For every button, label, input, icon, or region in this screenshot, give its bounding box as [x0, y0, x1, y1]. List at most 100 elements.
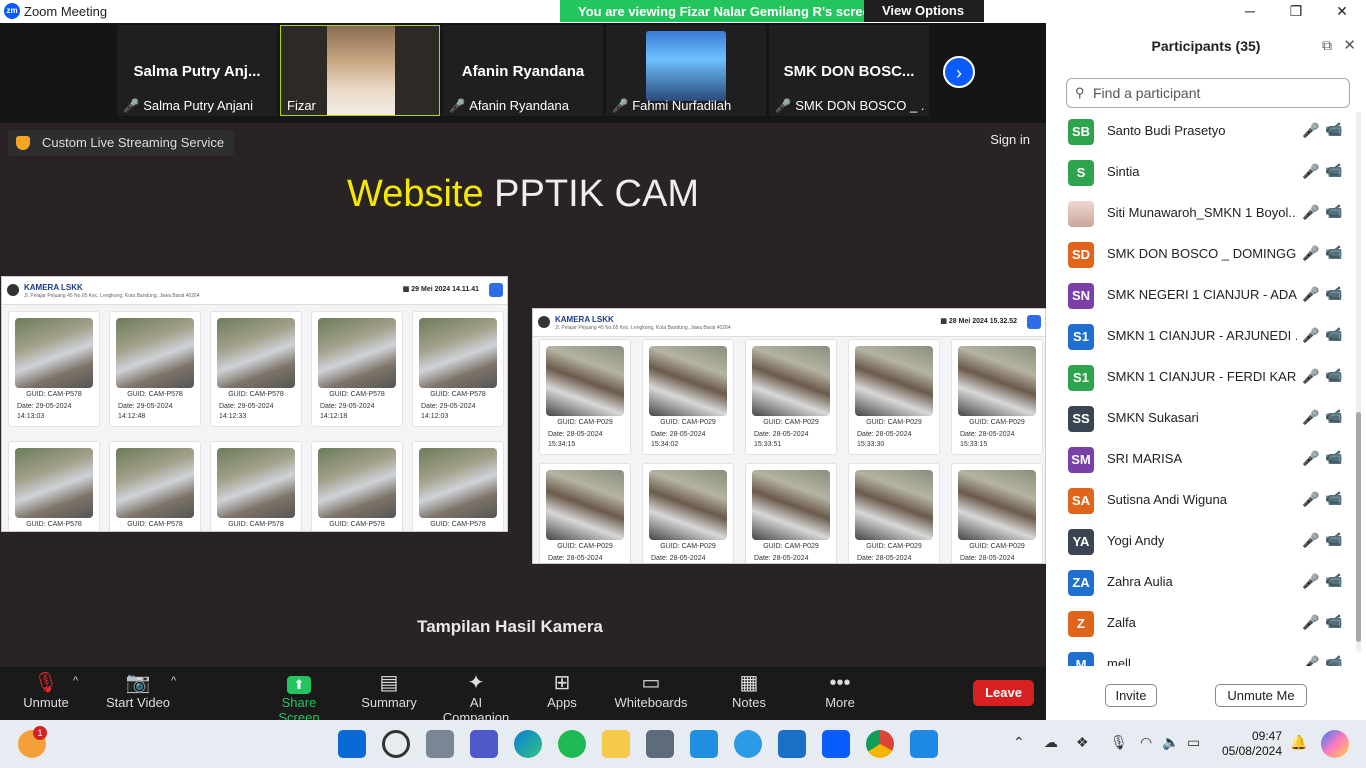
video-tile[interactable]: SMK DON BOSC... 🎤 SMK DON BOSCO _ ...: [769, 25, 929, 116]
camera-capture-card[interactable]: GUID: CAM-P029 Date: 28-05-2024: [848, 463, 940, 563]
video-tile[interactable]: 🎤 Fahmi Nurfadilah: [606, 25, 766, 116]
apps-icon: ⊞: [553, 672, 571, 694]
close-icon[interactable]: ✕: [1343, 36, 1356, 54]
camera-capture-card[interactable]: GUID: CAM-P029 Date: 28-05-2024 15:33:15: [951, 339, 1043, 455]
chevron-up-icon[interactable]: ⌃: [1013, 734, 1025, 751]
camera-capture-card[interactable]: GUID: CAM-P029 Date: 28-05-2024: [951, 463, 1043, 563]
camera-capture-card[interactable]: GUID: CAM-P578 Date: 29-05-2024 14:13:03: [8, 311, 100, 427]
microphone-icon[interactable]: 🎙: [1110, 734, 1128, 751]
camera-capture-card[interactable]: GUID: CAM-P029 Date: 28-05-2024 15:34:15: [539, 339, 631, 455]
camera-capture-card[interactable]: GUID: CAM-P029 Date: 28-05-2024: [539, 463, 631, 563]
participant-row[interactable]: YA Yogi Andy 🎤 📹: [1046, 521, 1354, 562]
participant-row[interactable]: SB Santo Budi Prasetyo 🎤 📹: [1046, 113, 1354, 152]
camera-capture-card[interactable]: GUID: CAM-P578Date: 29-05-2024: [8, 441, 100, 531]
summary-button[interactable]: ▤ Summary: [360, 671, 418, 710]
edge-icon[interactable]: [514, 730, 542, 758]
notes-button[interactable]: ▦ Notes: [728, 671, 770, 710]
spotify-icon[interactable]: [558, 730, 586, 758]
calculator-icon[interactable]: [646, 730, 674, 758]
more-button[interactable]: ••• More: [820, 671, 860, 710]
camera-capture-card[interactable]: GUID: CAM-P029 Date: 28-05-2024 15:33:51: [745, 339, 837, 455]
participant-row[interactable]: Z Zalfa 🎤 📹: [1046, 603, 1354, 644]
search-icon[interactable]: [382, 730, 410, 758]
camera-guid: GUID: CAM-P029: [969, 543, 1025, 550]
ai-companion-button[interactable]: ✦ AI Companion: [436, 671, 516, 725]
app-icon[interactable]: [778, 730, 806, 758]
windows-start-icon[interactable]: [338, 730, 366, 758]
unmute-button[interactable]: 🎙 Unmute: [20, 671, 72, 710]
camera-capture-card[interactable]: GUID: CAM-P578 Date: 29-05-2024 14:12:48: [109, 311, 201, 427]
participant-row[interactable]: Mmell 🎤 📹: [1046, 644, 1354, 666]
dropbox-icon[interactable]: ❖: [1076, 734, 1089, 751]
close-window-button[interactable]: ✕: [1319, 0, 1365, 23]
camera-snapshot-image: [546, 346, 624, 416]
task-view-icon[interactable]: [426, 730, 454, 758]
unmute-label: Unmute: [23, 695, 69, 710]
camera-capture-card[interactable]: GUID: CAM-P578 Date: 29-05-2024 14:12:03: [412, 311, 504, 427]
capture-time: 15:33:15: [960, 441, 988, 448]
camera-capture-card[interactable]: GUID: CAM-P029 Date: 28-05-2024: [745, 463, 837, 563]
participant-row[interactable]: SM SRI MARISA 🎤 📹: [1046, 439, 1354, 480]
live-streaming-badge[interactable]: Custom Live Streaming Service: [8, 130, 235, 156]
audio-options-caret[interactable]: ^: [73, 675, 78, 687]
participant-row[interactable]: S Sintia 🎤 📹: [1046, 152, 1354, 193]
participant-row[interactable]: S1 SMKN 1 CIANJUR - ARJUNEDI ... 🎤 📹: [1046, 316, 1354, 357]
participant-row[interactable]: S1 SMKN 1 CIANJUR - FERDI KARI... 🎤 📹: [1046, 357, 1354, 398]
file-explorer-icon[interactable]: [602, 730, 630, 758]
camera-capture-card[interactable]: GUID: CAM-P578 Date: 29-05-2024 14:12:33: [210, 311, 302, 427]
volume-icon[interactable]: 🔈: [1162, 734, 1179, 751]
battery-icon[interactable]: ▭: [1187, 734, 1200, 751]
participant-row[interactable]: SN SMK NEGERI 1 CIANJUR - ADA... 🎤 📹: [1046, 275, 1354, 316]
system-clock[interactable]: 09:47 05/08/2024: [1218, 729, 1282, 759]
bell-icon[interactable]: 🔔: [1290, 734, 1307, 751]
avatar: YA: [1068, 529, 1094, 555]
camera-capture-card[interactable]: GUID: CAM-P578Date: 29-05-2024: [311, 441, 403, 531]
store-icon[interactable]: [690, 730, 718, 758]
view-options-button[interactable]: View Options ⌄: [864, 0, 984, 40]
cloud-off-icon[interactable]: ☁: [1044, 734, 1058, 751]
participant-row[interactable]: Siti Munawaroh_SMKN 1 Boyol... 🎤 📹: [1046, 193, 1354, 234]
video-tile-active[interactable]: Fizar: [280, 25, 440, 116]
camera-capture-card[interactable]: GUID: CAM-P578Date: 29-05-2024: [412, 441, 504, 531]
camera-capture-card[interactable]: GUID: CAM-P578Date: 29-05-2024: [210, 441, 302, 531]
teams-icon[interactable]: [470, 730, 498, 758]
participant-search-input[interactable]: ⚲ Find a participant: [1066, 78, 1350, 108]
camera-capture-card[interactable]: GUID: CAM-P029 Date: 28-05-2024 15:34:02: [642, 339, 734, 455]
video-tile[interactable]: Afanin Ryandana 🎤 Afanin Ryandana: [443, 25, 603, 116]
copilot-icon[interactable]: [1321, 730, 1349, 758]
notepad-icon[interactable]: [910, 730, 938, 758]
chrome-icon[interactable]: [866, 730, 894, 758]
minimize-button[interactable]: ─: [1227, 0, 1273, 23]
restore-button[interactable]: ❐: [1273, 0, 1319, 23]
capture-datetime: Date: 28-05-2024 15:33:51: [754, 430, 808, 450]
apps-button[interactable]: ⊞ Apps: [544, 671, 580, 710]
participant-scrollbar[interactable]: [1356, 112, 1361, 652]
participant-row[interactable]: SD SMK DON BOSCO _ DOMINGG... 🎤 📹: [1046, 234, 1354, 275]
start-video-button[interactable]: 📷 Start Video: [104, 671, 172, 710]
wifi-icon[interactable]: ◠: [1140, 734, 1152, 751]
video-tile[interactable]: Salma Putry Anj... 🎤 Salma Putry Anjani: [117, 25, 277, 116]
participant-row[interactable]: ZA Zahra Aulia 🎤 📹: [1046, 562, 1354, 603]
sign-in-link[interactable]: Sign in: [990, 132, 1030, 147]
help-icon[interactable]: [734, 730, 762, 758]
camera-capture-card[interactable]: GUID: CAM-P029 Date: 28-05-2024 15:33:30: [848, 339, 940, 455]
camera-capture-card[interactable]: GUID: CAM-P578Date: 29-05-2024: [109, 441, 201, 531]
capture-datetime: Date: 28-05-2024: [651, 554, 705, 563]
video-options-caret[interactable]: ^: [171, 675, 176, 687]
invite-button[interactable]: Invite: [1105, 684, 1157, 707]
zoom-logo-icon: zm: [4, 3, 20, 19]
capture-date: Date: 29-05-2024: [421, 403, 476, 410]
camera-capture-card[interactable]: GUID: CAM-P029 Date: 28-05-2024: [642, 463, 734, 563]
unmute-me-button[interactable]: Unmute Me: [1215, 684, 1307, 707]
share-screen-button[interactable]: ⬆ Share Screen: [262, 671, 336, 725]
camera-capture-card[interactable]: GUID: CAM-P578 Date: 29-05-2024 14:12:18: [311, 311, 403, 427]
scrollbar-thumb[interactable]: [1356, 412, 1361, 642]
leave-button[interactable]: Leave: [973, 680, 1034, 706]
zoom-taskbar-icon[interactable]: [822, 730, 850, 758]
next-page-button[interactable]: ›: [943, 56, 975, 88]
popout-icon[interactable]: ⧉: [1322, 37, 1332, 54]
whiteboards-button[interactable]: ▭ Whiteboards: [614, 671, 688, 710]
participant-row[interactable]: SS SMKN Sukasari 🎤 📹: [1046, 398, 1354, 439]
capture-datetime: Date: 28-05-2024 15:33:30: [857, 430, 911, 450]
participant-row[interactable]: SA Sutisna Andi Wiguna 🎤 📹: [1046, 480, 1354, 521]
